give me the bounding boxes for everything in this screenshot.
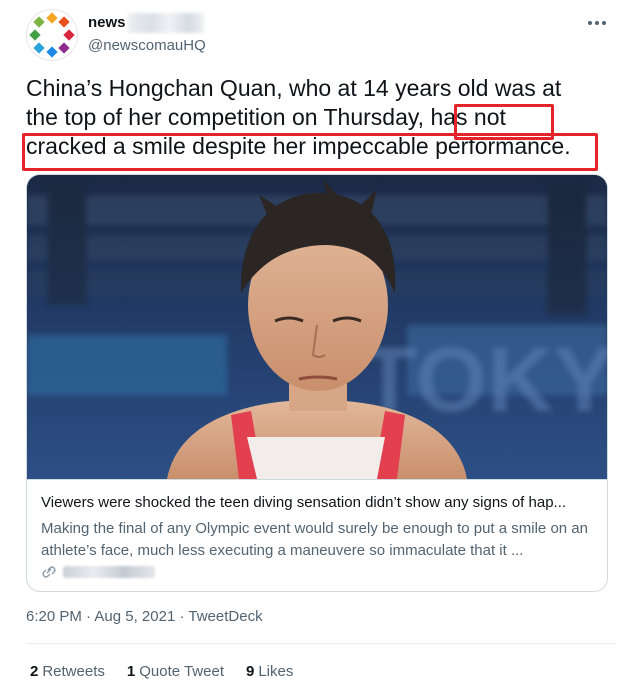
link-card[interactable]: TOKY Viewers were shocked the teen divin…	[26, 174, 608, 592]
retweets-label: Retweets	[42, 663, 105, 680]
tweet-text-line: the top of her competition on Thursday, …	[26, 104, 506, 130]
retweets-count: 2	[30, 663, 39, 680]
likes-stat[interactable]: 9 Likes	[246, 663, 293, 680]
avatar[interactable]	[26, 9, 78, 61]
card-title[interactable]: Viewers were shocked the teen diving sen…	[41, 494, 593, 511]
card-body[interactable]: Viewers were shocked the teen diving sen…	[27, 479, 607, 591]
tweet-text: China’s Hongchan Quan, who at 14 years o…	[26, 74, 616, 161]
more-icon[interactable]	[586, 14, 608, 32]
redacted-domain-blur	[63, 566, 155, 578]
quote-tweets-stat[interactable]: 1 Quote Tweet	[127, 663, 224, 680]
tweet-time[interactable]: 6:20 PM	[26, 608, 82, 625]
tweet-stats: 2 Retweets 1 Quote Tweet 9 Likes	[30, 663, 293, 680]
divider	[26, 643, 616, 644]
tweet-source[interactable]: TweetDeck	[188, 608, 262, 625]
likes-label: Likes	[258, 663, 294, 680]
quotes-label: Quote Tweet	[139, 663, 224, 680]
meta-separator: ·	[179, 608, 185, 625]
user-handle[interactable]: @newscomauHQ	[88, 37, 206, 54]
retweets-stat[interactable]: 2 Retweets	[30, 663, 105, 680]
redacted-name-blur	[128, 13, 204, 33]
tweet: news @newscomauHQ China’s Hongchan Quan,…	[0, 0, 640, 695]
meta-separator: ·	[86, 608, 92, 625]
card-domain[interactable]	[41, 566, 155, 578]
card-image[interactable]: TOKY	[27, 175, 607, 479]
tweet-meta: 6:20 PM · Aug 5, 2021 · TweetDeck	[26, 608, 263, 625]
tweet-text-line: China’s Hongchan Quan, who at 14 years o…	[26, 75, 562, 101]
tweet-date[interactable]: Aug 5, 2021	[94, 608, 175, 625]
quotes-count: 1	[126, 663, 136, 680]
display-name[interactable]: news	[88, 14, 126, 31]
link-icon	[42, 566, 56, 578]
card-description: Making the final of any Olympic event wo…	[41, 520, 588, 559]
news-logo-icon	[29, 12, 75, 58]
tweet-text-line: cracked a smile despite her impeccable p…	[26, 133, 571, 159]
likes-count: 9	[246, 663, 255, 680]
